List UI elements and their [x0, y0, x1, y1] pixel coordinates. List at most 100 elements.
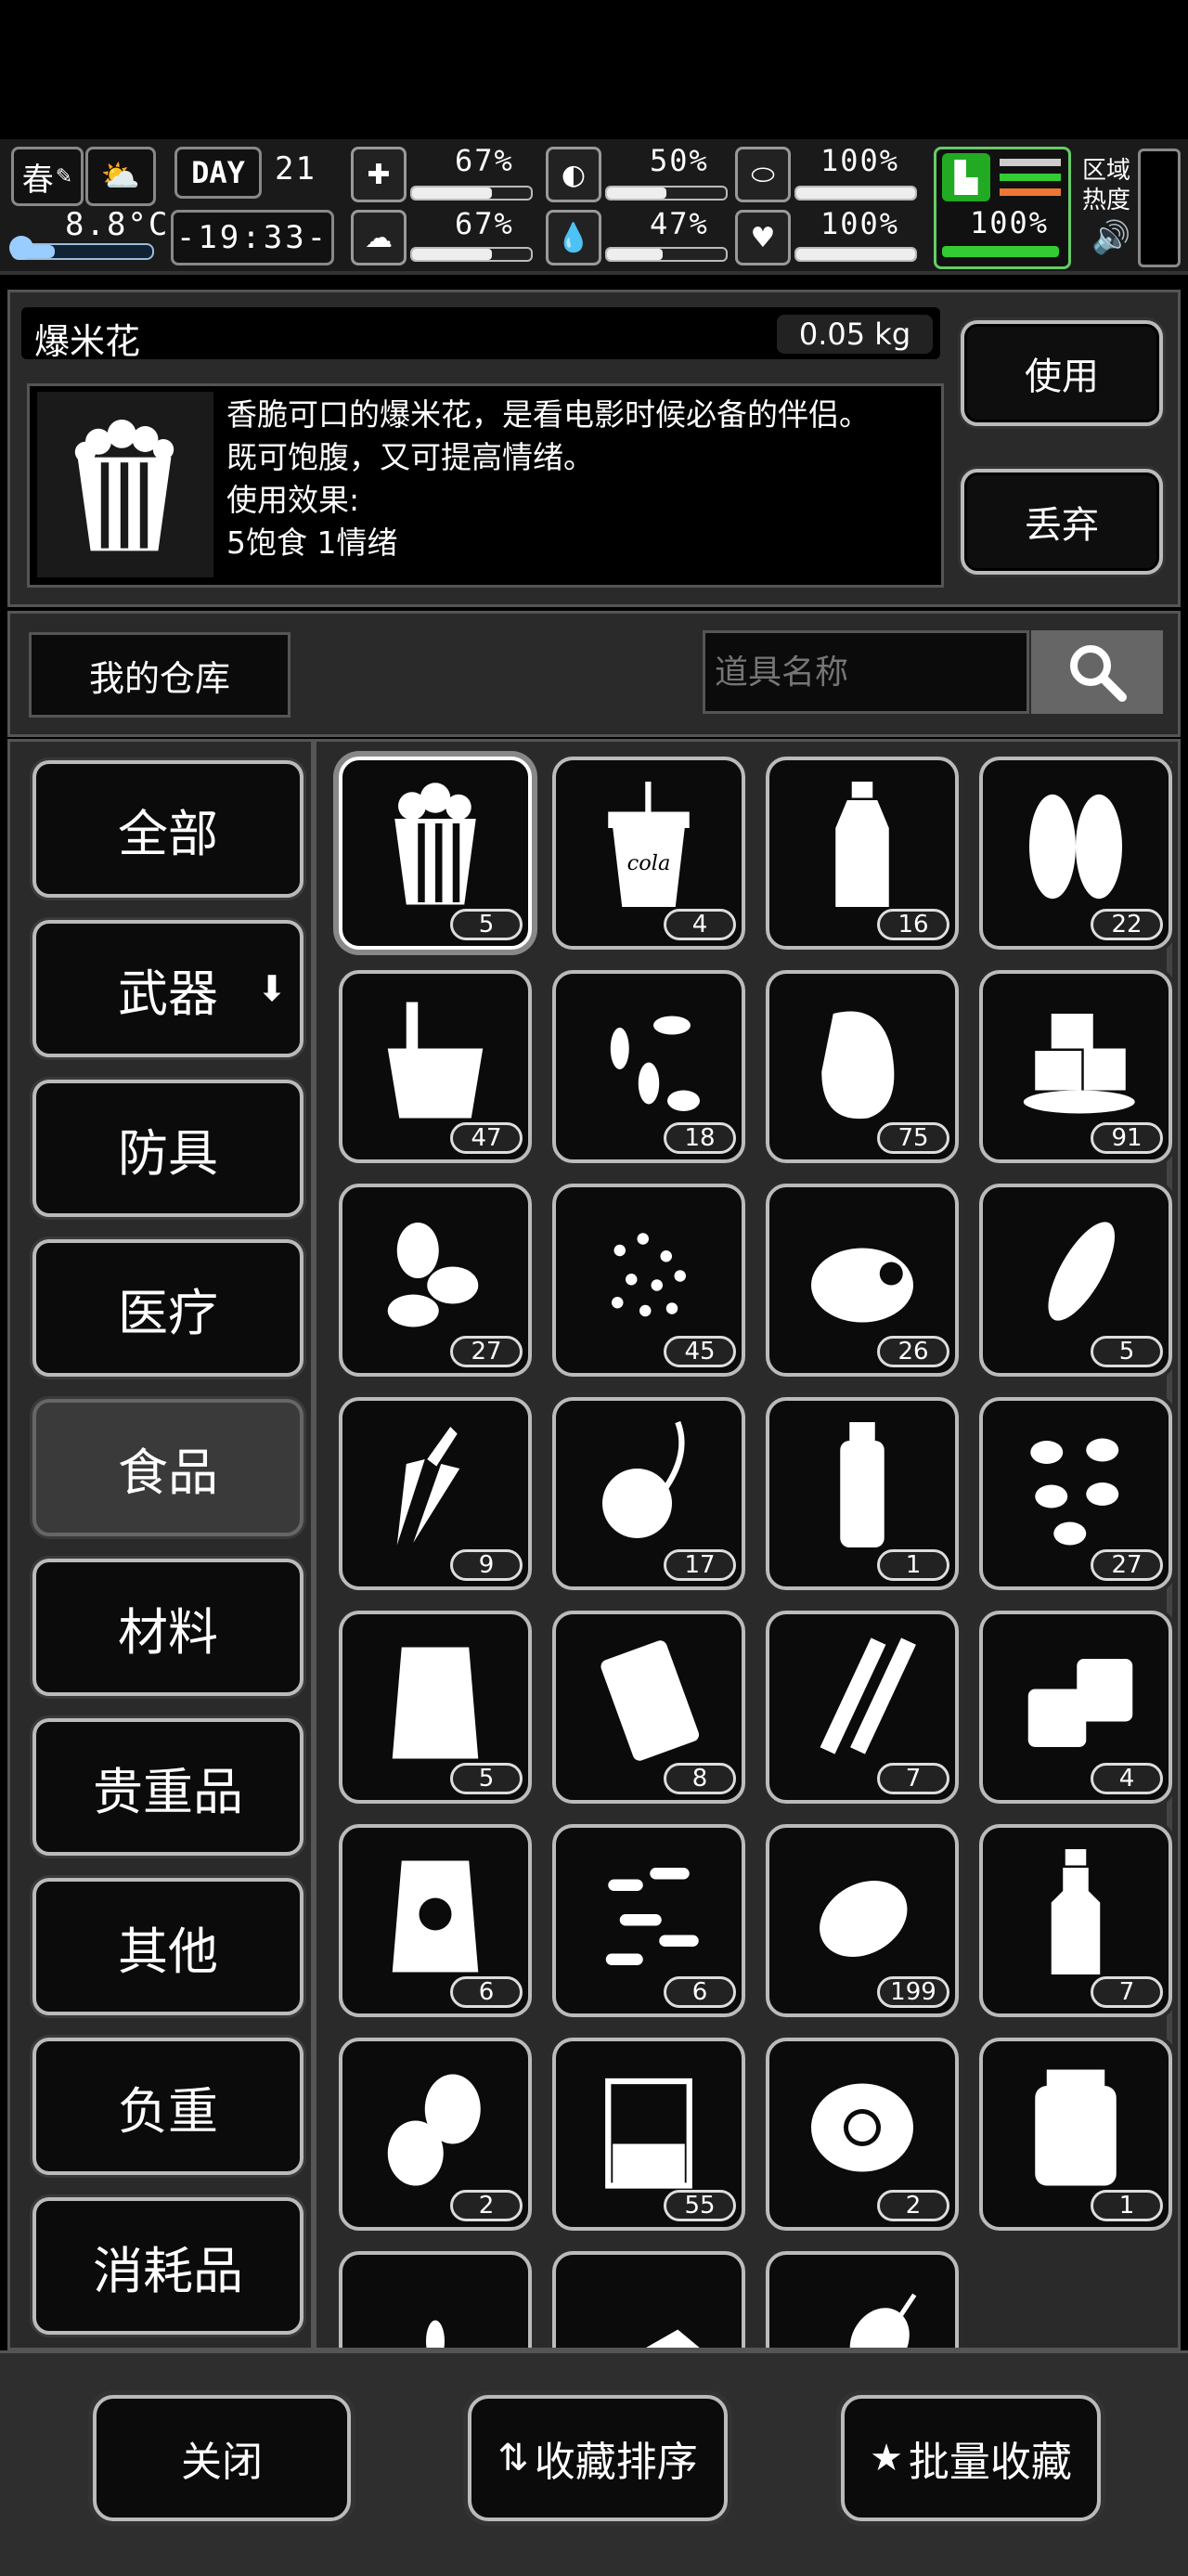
arrow-down-icon: ⬇ — [257, 968, 287, 1009]
batch-favorite-button[interactable]: ★ 批量收藏 — [841, 2395, 1101, 2521]
item-count: 4 — [1091, 1763, 1163, 1794]
stamina-value: 100% — [970, 205, 1050, 240]
tofu-icon — [646, 2329, 700, 2348]
stamina-panel: ▙ 100% — [934, 147, 1071, 269]
area-heat-line-1: 区域 — [1082, 157, 1131, 185]
speaker-icon[interactable]: 🔊 — [1091, 219, 1130, 256]
category-0[interactable]: 全部 — [32, 760, 303, 898]
item-slot[interactable]: 45 — [552, 1184, 745, 1377]
item-slot[interactable]: cola 4 — [552, 757, 745, 950]
item-slot[interactable] — [766, 2251, 959, 2348]
ice-cubes-icon — [1023, 1014, 1135, 1114]
leaves-icon — [1029, 794, 1122, 900]
item-slot[interactable]: 1 — [766, 1397, 959, 1590]
favorite-sort-button[interactable]: ⇅ 收藏排序 — [468, 2395, 728, 2521]
item-count: 91 — [1091, 1122, 1163, 1154]
item-slot[interactable]: 5 — [979, 1184, 1172, 1377]
category-label: 全部 — [118, 804, 218, 863]
category-4[interactable]: 食品 — [32, 1399, 303, 1536]
sanity-value: 67% — [455, 206, 514, 241]
category-5[interactable]: 材料 — [32, 1559, 303, 1696]
search-button[interactable] — [1031, 630, 1163, 714]
item-slot[interactable]: 17 — [552, 1397, 745, 1590]
ice-bucket-icon — [387, 1002, 484, 1119]
health-fill — [412, 188, 492, 199]
item-info-box: 香脆可口的爆米花，是看电影时候必备的伴侣。 既可饱腹，又可提高情绪。 使用效果:… — [27, 383, 944, 588]
item-slot[interactable]: 18 — [552, 970, 745, 1163]
skewer-icon — [849, 2293, 917, 2348]
item-slot[interactable]: 16 — [766, 757, 959, 950]
batch-favorite-label: 批量收藏 — [908, 2439, 1072, 2486]
wheat-icon — [426, 2320, 445, 2348]
thirst-value: 47% — [650, 206, 709, 241]
close-label: 关闭 — [181, 2439, 263, 2486]
item-slot[interactable]: 26 — [766, 1184, 959, 1377]
bread-icon — [811, 1248, 913, 1323]
effect-label: 使用效果: — [226, 482, 360, 518]
item-description: 香脆可口的爆米花，是看电影时候必备的伴侣。 既可饱腹，又可提高情绪。 使用效果:… — [226, 394, 870, 564]
category-sidebar: 全部武器 ⬇ 防具医疗食品材料贵重品其他负重消耗品 — [7, 739, 314, 2350]
item-count: 8 — [664, 1763, 736, 1794]
item-slot[interactable]: 9 — [339, 1397, 532, 1590]
item-slot[interactable]: 6 — [552, 1824, 745, 2017]
item-slot[interactable]: 6 — [339, 1824, 532, 2017]
potato-icon — [820, 1881, 908, 1957]
search-input[interactable] — [703, 630, 1029, 714]
close-button[interactable]: 关闭 — [93, 2395, 351, 2521]
item-slot[interactable]: 2 — [766, 2038, 959, 2231]
beans-icon — [1030, 1438, 1119, 1546]
clock: -19:33- — [171, 210, 334, 265]
category-7[interactable]: 其他 — [32, 1878, 303, 2015]
item-slot[interactable]: 199 — [766, 1824, 959, 2017]
item-slot[interactable]: 27 — [979, 1397, 1172, 1590]
health-bar — [410, 186, 533, 201]
item-slot[interactable]: 27 — [339, 1184, 532, 1377]
health-value: 67% — [455, 143, 514, 178]
item-slot[interactable]: 5 — [339, 1611, 532, 1804]
category-2[interactable]: 防具 — [32, 1080, 303, 1217]
mood-bar — [794, 247, 917, 262]
item-slot[interactable]: 47 — [339, 970, 532, 1163]
item-slot[interactable]: 22 — [979, 757, 1172, 950]
item-slot[interactable] — [339, 2251, 532, 2348]
warehouse-title[interactable]: 我的仓库 — [29, 632, 291, 718]
item-slot[interactable]: 4 — [979, 1611, 1172, 1804]
category-6[interactable]: 贵重品 — [32, 1718, 303, 1856]
status-bar — [0, 0, 1188, 139]
item-slot[interactable]: 5 — [339, 757, 532, 950]
canned-food-icon — [1027, 1659, 1133, 1747]
corn-icon — [1048, 1222, 1116, 1321]
category-9[interactable]: 消耗品 — [32, 2197, 303, 2335]
item-slot[interactable]: 55 — [552, 2038, 745, 2231]
item-slot[interactable] — [552, 2251, 745, 2348]
item-slot[interactable]: 7 — [979, 1824, 1172, 2017]
thirst-bar — [605, 247, 728, 262]
use-button[interactable]: 使用 — [961, 320, 1163, 426]
weather-icon: ⛅ — [85, 147, 156, 206]
feather-icon: ✎ — [55, 164, 73, 188]
discard-button[interactable]: 丢弃 — [961, 469, 1163, 575]
item-count: 5 — [1091, 1336, 1163, 1367]
category-8[interactable]: 负重 — [32, 2038, 303, 2175]
item-slot[interactable]: 2 — [339, 2038, 532, 2231]
item-count: 75 — [877, 1122, 949, 1154]
item-count: 26 — [877, 1336, 949, 1367]
item-slot[interactable]: 75 — [766, 970, 959, 1163]
item-slot[interactable]: 8 — [552, 1611, 745, 1804]
measuring-cup-icon — [605, 2078, 692, 2189]
item-count: 47 — [450, 1122, 523, 1154]
category-label: 材料 — [118, 1602, 218, 1662]
category-label: 医疗 — [118, 1283, 218, 1342]
item-count: 2 — [877, 2190, 949, 2221]
category-3[interactable]: 医疗 — [32, 1239, 303, 1377]
grain-seeds-icon — [612, 1233, 686, 1317]
stomach-icon: ◐ — [546, 147, 601, 202]
item-slot[interactable]: 91 — [979, 970, 1172, 1163]
energy-fill — [796, 188, 915, 199]
day-badge: DAY — [174, 147, 262, 199]
category-1[interactable]: 武器 ⬇ — [32, 920, 303, 1057]
item-count: 5 — [450, 909, 523, 940]
item-count: 1 — [877, 1549, 949, 1581]
item-slot[interactable]: 7 — [766, 1611, 959, 1804]
item-slot[interactable]: 1 — [979, 2038, 1172, 2231]
